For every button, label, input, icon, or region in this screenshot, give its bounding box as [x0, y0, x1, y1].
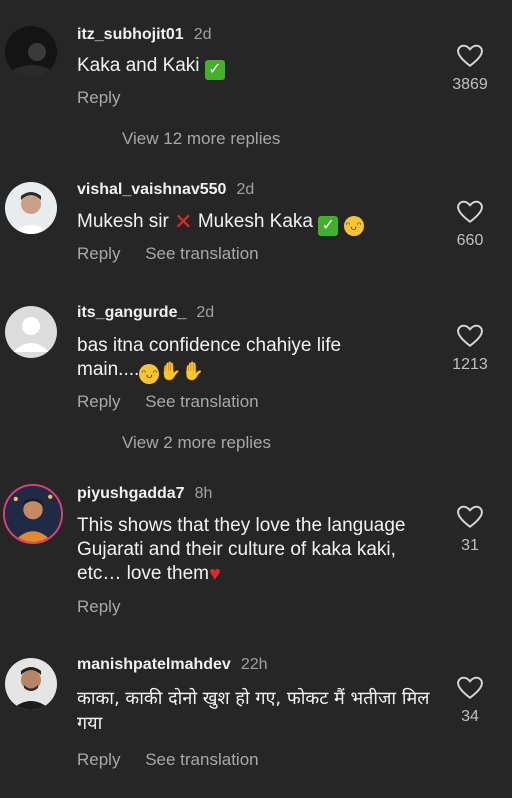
- heart-outline-icon[interactable]: [457, 324, 483, 348]
- see-translation-button[interactable]: See translation: [145, 392, 258, 411]
- tears-of-joy-emoji: ᵔᴗᵔ: [139, 364, 160, 384]
- avatar[interactable]: [5, 26, 57, 78]
- avatar[interactable]: [5, 658, 57, 710]
- comment-username[interactable]: piyushgadda7 8h: [77, 485, 212, 503]
- comment-text: Kaka and Kaki ✓: [77, 54, 437, 80]
- heart-outline-icon[interactable]: [457, 676, 483, 700]
- raised-hands-emoji: ✋✋: [159, 361, 205, 381]
- like-control[interactable]: 34: [440, 676, 500, 726]
- comment-actions: Reply: [77, 88, 140, 108]
- heart-outline-icon[interactable]: [457, 44, 483, 68]
- comment-actions: Reply See translation: [77, 750, 279, 770]
- comment-time: 8h: [194, 485, 213, 502]
- comment-username[interactable]: manishpatelmahdev 22h: [77, 656, 268, 674]
- check-mark-emoji: ✓: [318, 216, 339, 236]
- red-heart-emoji: ♥: [209, 563, 221, 585]
- comment-time: 2d: [196, 304, 215, 321]
- comment-actions: Reply: [77, 597, 140, 617]
- comment-text: काका, काकी दोनो खुश हो गए, फोकट मैं भतीज…: [77, 688, 430, 734]
- like-count: 3869: [452, 76, 488, 93]
- check-mark-emoji: ✓: [204, 60, 225, 80]
- reply-button[interactable]: Reply: [77, 392, 120, 411]
- like-count: 34: [461, 708, 479, 725]
- see-translation-button[interactable]: See translation: [145, 244, 258, 263]
- reply-button[interactable]: Reply: [77, 88, 120, 107]
- heart-outline-icon[interactable]: [457, 200, 483, 224]
- reply-button[interactable]: Reply: [77, 750, 120, 769]
- like-control[interactable]: 660: [440, 200, 500, 250]
- like-count: 1213: [452, 356, 488, 373]
- avatar[interactable]: [3, 484, 63, 544]
- comment-username[interactable]: vishal_vaishnav550 2d: [77, 181, 254, 199]
- like-count: 31: [461, 537, 479, 554]
- comment-username[interactable]: itz_subhojit01 2d: [77, 26, 211, 44]
- comment-time: 22h: [240, 656, 268, 673]
- avatar[interactable]: [5, 182, 57, 234]
- cross-mark-emoji: ✕: [174, 209, 193, 234]
- heart-outline-icon[interactable]: [457, 505, 483, 529]
- comments-screen: itz_subhojit01 2d Kaka and Kaki ✓ Reply 3…: [0, 0, 512, 798]
- tears-of-joy-emoji: ᵔᴗᵔ: [343, 216, 364, 236]
- view-more-replies[interactable]: View 2 more replies: [122, 433, 271, 453]
- comment-text: This shows that they love the language G…: [77, 515, 406, 585]
- see-translation-button[interactable]: See translation: [145, 750, 258, 769]
- comment-time: 2d: [193, 26, 212, 43]
- reply-button[interactable]: Reply: [77, 244, 120, 263]
- like-count: 660: [456, 232, 484, 249]
- comment-actions: Reply See translation: [77, 392, 279, 412]
- view-more-replies[interactable]: View 12 more replies: [122, 129, 280, 149]
- comment-time: 2d: [236, 181, 255, 198]
- comment-text: bas itna confidence chahiye life main...…: [77, 334, 437, 384]
- reply-button[interactable]: Reply: [77, 597, 120, 616]
- avatar[interactable]: [5, 306, 57, 358]
- comment-actions: Reply See translation: [77, 244, 279, 264]
- comment-text: Mukesh sir ✕ Mukesh Kaka ✓ ᵔᴗᵔ: [77, 210, 437, 236]
- like-control[interactable]: 3869: [440, 44, 500, 94]
- like-control[interactable]: 1213: [440, 324, 500, 374]
- like-control[interactable]: 31: [440, 505, 500, 555]
- comment-username[interactable]: its_gangurde_ 2d: [77, 304, 214, 322]
